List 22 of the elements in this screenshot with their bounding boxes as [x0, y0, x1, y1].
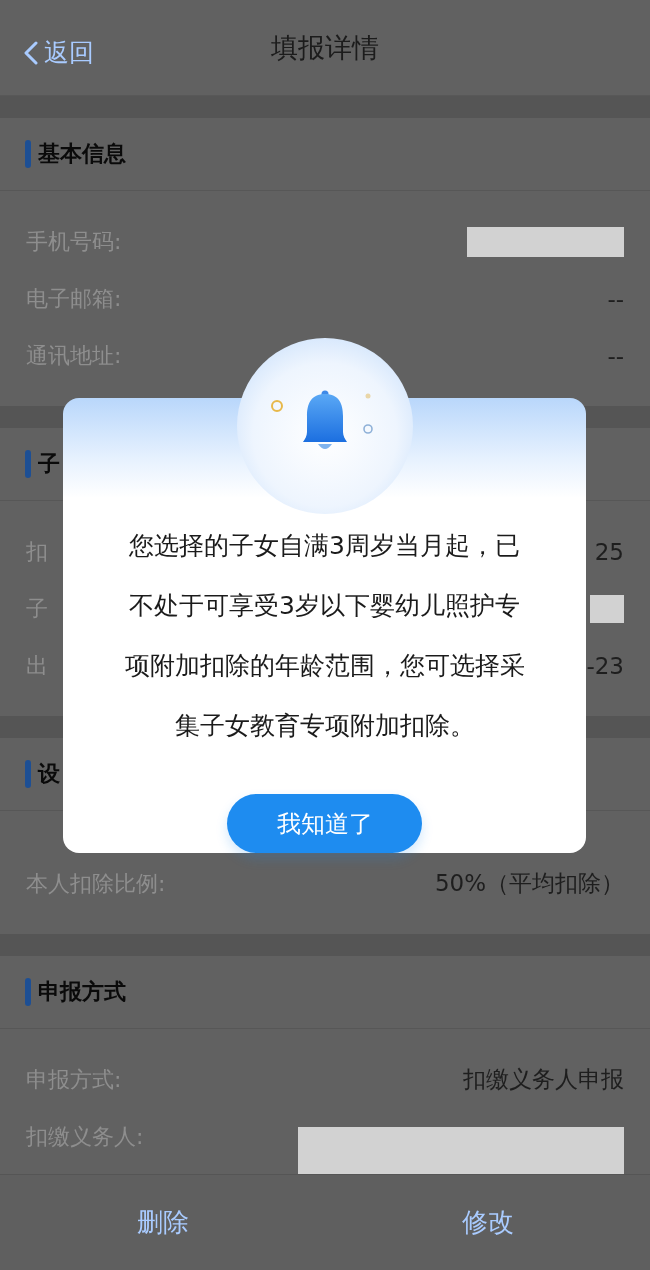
section-title: 设: [38, 760, 60, 788]
field-value: 50%（平均扣除）: [434, 869, 624, 898]
section-title: 子: [38, 450, 60, 478]
action-button[interactable]: 修改: [325, 1175, 650, 1270]
field-value: -23: [586, 652, 624, 679]
back-chevron-icon: [24, 40, 38, 65]
field-value: 扣缴义务人申报: [463, 1065, 624, 1094]
section-marker: [25, 760, 31, 788]
field-value: --: [607, 342, 624, 369]
section-marker: [25, 978, 31, 1006]
section-title: 基本信息: [38, 140, 126, 168]
page-title: 填报详情: [271, 30, 379, 65]
redaction-block: [590, 594, 624, 623]
back-button[interactable]: 返回: [24, 36, 94, 69]
section-title: 申报方式: [38, 978, 126, 1006]
field-value: --: [607, 285, 624, 312]
confirm-button[interactable]: 我知道了: [227, 794, 422, 853]
dialog-message: 您选择的子女自满3周岁当月起，已 不处于可享受3岁以下婴幼儿照护专 项附加扣除的年龄范围，您可选择采 集子女教育专项附加扣除。: [124, 530, 525, 742]
field-value: 25: [594, 538, 624, 565]
section-marker: [25, 450, 31, 478]
section-marker: [25, 140, 31, 168]
action-button[interactable]: 删除: [0, 1175, 325, 1270]
